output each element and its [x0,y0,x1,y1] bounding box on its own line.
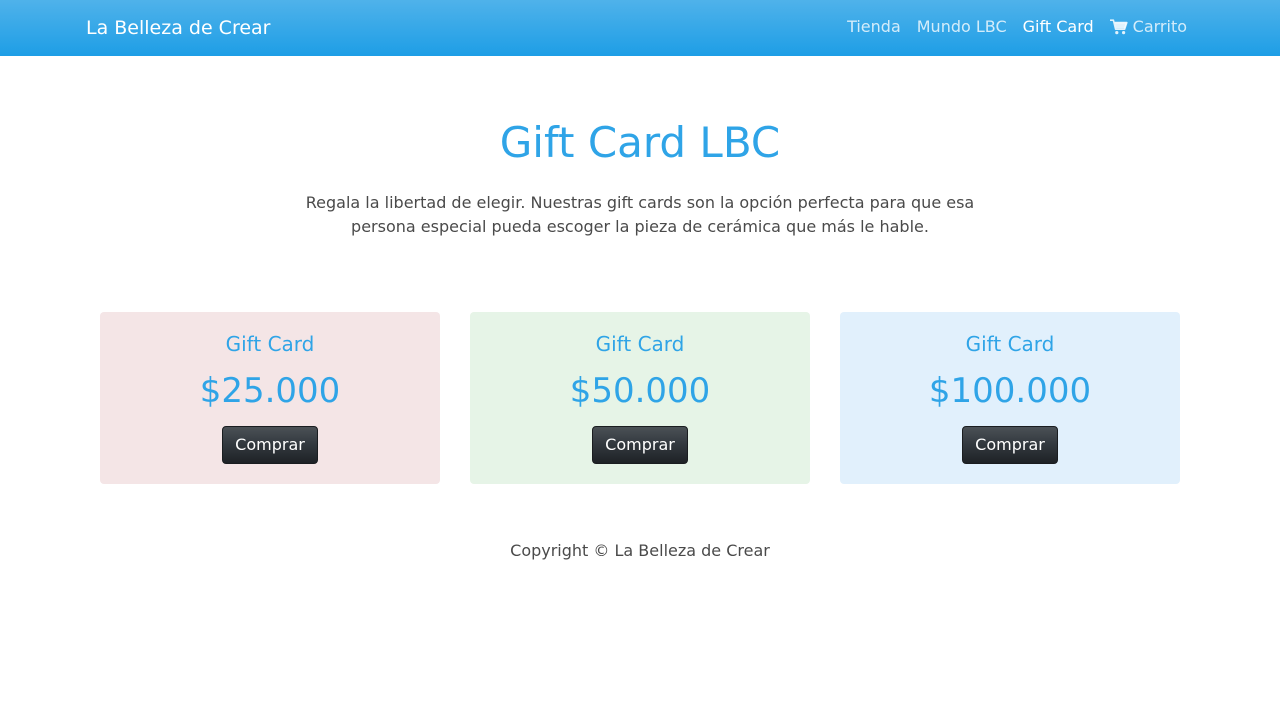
card-title: Gift Card [225,332,315,356]
buy-button[interactable]: Comprar [222,426,318,464]
card-title: Gift Card [965,332,1055,356]
cart-link-label: Carrito [1132,17,1187,36]
footer-copyright: Copyright © La Belleza de Crear [510,541,770,560]
gift-card-50000: Gift Card $50.000 Comprar [470,312,810,484]
cart-icon [1109,19,1128,35]
card-price: $100.000 [928,371,1092,411]
buy-button[interactable]: Comprar [592,426,688,464]
card-title: Gift Card [595,332,685,356]
nav-link-gift-card[interactable]: Gift Card [1023,16,1094,38]
page-title: Gift Card LBC [499,118,781,167]
navbar: La Belleza de Crear Tienda Mundo LBC Gif… [0,0,1280,56]
nav-links: Tienda Mundo LBC Gift Card Carrito [847,16,1187,38]
gift-card-100000: Gift Card $100.000 Comprar [840,312,1180,484]
nav-link-mundo-lbc[interactable]: Mundo LBC [917,16,1007,38]
buy-button[interactable]: Comprar [962,426,1058,464]
page-description: Regala la libertad de elegir. Nuestras g… [305,193,975,236]
card-price: $25.000 [199,371,341,411]
brand-link[interactable]: La Belleza de Crear [86,15,271,41]
nav-link-carrito[interactable]: Carrito [1109,16,1187,38]
card-price: $50.000 [569,371,711,411]
gift-card-25000: Gift Card $25.000 Comprar [100,312,440,484]
nav-link-tienda[interactable]: Tienda [847,16,901,38]
